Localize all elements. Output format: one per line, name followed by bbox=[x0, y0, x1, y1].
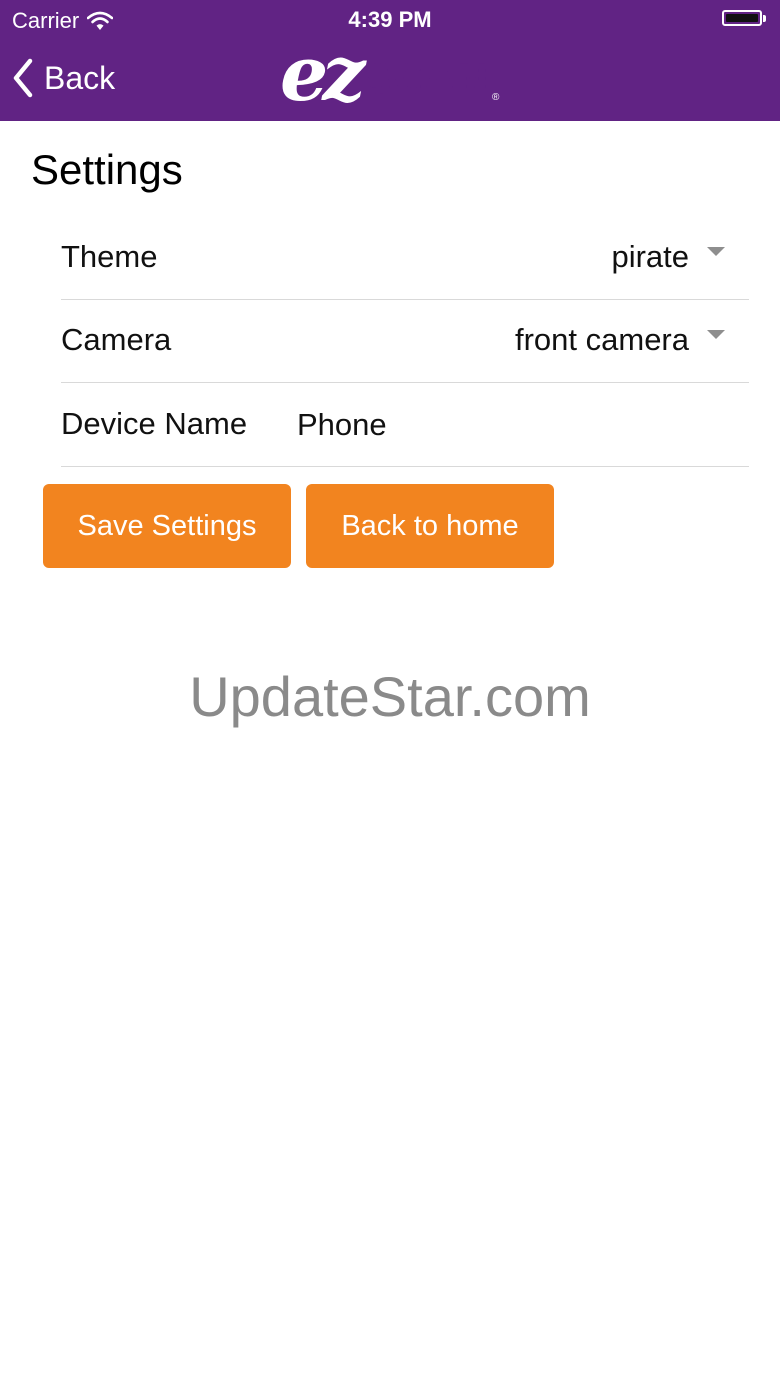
camera-row: Camera front camera bbox=[61, 300, 749, 383]
navigation-bar: Carrier 4:39 PM Back ez SCAN ® bbox=[0, 0, 780, 121]
save-settings-button[interactable]: Save Settings bbox=[43, 484, 291, 568]
back-chevron-icon bbox=[13, 58, 33, 98]
camera-select-value: front camera bbox=[514, 322, 689, 357]
back-to-home-button[interactable]: Back to home bbox=[306, 484, 554, 568]
page-title: Settings bbox=[31, 146, 183, 193]
theme-select[interactable]: pirate bbox=[611, 239, 725, 275]
watermark: UpdateStar.com bbox=[189, 665, 591, 728]
theme-label: Theme bbox=[61, 239, 158, 274]
dropdown-caret-icon bbox=[707, 246, 725, 256]
theme-row: Theme pirate bbox=[61, 217, 749, 300]
ezscan-logo: ez SCAN ® bbox=[280, 34, 504, 114]
device-name-row: Device Name bbox=[61, 384, 749, 467]
logo-registered-mark: ® bbox=[492, 92, 500, 103]
device-name-input[interactable] bbox=[297, 402, 737, 448]
battery-icon bbox=[722, 10, 766, 26]
logo-ez: ez bbox=[280, 29, 365, 118]
back-button-label: Back bbox=[44, 59, 116, 96]
status-time: 4:39 PM bbox=[348, 7, 432, 32]
camera-select[interactable]: front camera bbox=[515, 322, 725, 358]
dropdown-caret-icon bbox=[707, 329, 725, 339]
device-name-label: Device Name bbox=[61, 406, 248, 441]
logo-scan: SCAN bbox=[364, 57, 491, 103]
theme-select-value: pirate bbox=[611, 239, 689, 274]
back-button[interactable]: Back bbox=[12, 52, 115, 104]
camera-label: Camera bbox=[61, 322, 172, 357]
